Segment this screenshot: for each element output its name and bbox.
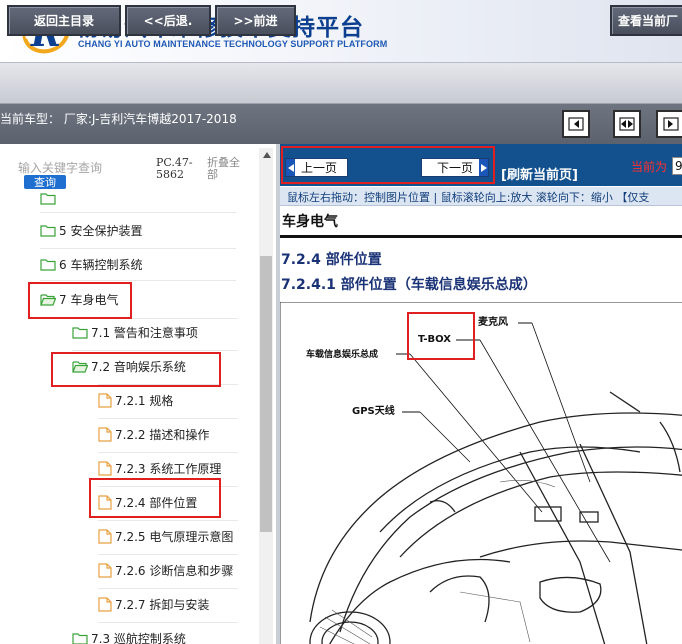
hint-text: 鼠标左右拖动：控制图片位置 | 鼠标滚轮向上:放大 滚轮向下：缩小 【仅支: [287, 191, 650, 204]
tree-separator: [98, 452, 238, 453]
folder-open-icon: [40, 293, 56, 306]
folder-icon: [72, 326, 88, 339]
tree-item-component-location[interactable]: 7.2.4 部件位置: [98, 492, 197, 512]
callout-microphone: 麦克风: [478, 315, 508, 328]
tree-item-diagnostics[interactable]: 7.2.6 诊断信息和步骤: [98, 560, 233, 580]
component-location-figure: 麦克风 T-BOX 车载信息娱乐总成 GPS天线: [280, 302, 682, 644]
next-page-label: 下一页: [436, 161, 473, 175]
view-current-button[interactable]: 查看当前厂: [610, 5, 682, 36]
tree-item-hidden-folder[interactable]: [40, 193, 59, 205]
tree-separator: [98, 520, 238, 521]
tree-separator: [98, 588, 238, 589]
forward-button[interactable]: >>前进: [215, 5, 296, 36]
tree-item-vehicle-control[interactable]: 6 车辆控制系统: [40, 254, 142, 274]
tree-item-label: 7 车身电气: [59, 292, 119, 307]
page-icon: [98, 426, 112, 442]
tree-separator: [98, 622, 238, 623]
current-page-label: 当前为: [631, 160, 668, 174]
back-button[interactable]: <<后退.: [125, 5, 211, 36]
tree-item-label: 7.3 巡航控制系统: [91, 631, 186, 644]
callout-infotainment: 车载信息娱乐总成: [306, 348, 378, 360]
tree-item-schematic[interactable]: 7.2.5 电气原理示意图: [98, 526, 233, 546]
folder-icon: [72, 632, 88, 644]
home-button[interactable]: 返回主目录: [7, 5, 121, 36]
page-icon: [98, 392, 112, 408]
tree-item-label: 7.2.3 系统工作原理: [115, 461, 222, 476]
tree-item-operating-principle[interactable]: 7.2.3 系统工作原理: [98, 458, 221, 478]
tree-item-label: 7.2.6 诊断信息和步骤: [115, 563, 234, 578]
tree-separator: [98, 554, 238, 555]
fold-all-button[interactable]: 折叠全部: [207, 157, 249, 181]
refresh-page-button[interactable]: [刷新当前页]: [501, 164, 578, 183]
tree-separator: [40, 280, 236, 281]
tree-separator: [72, 318, 238, 319]
tree-separator: [98, 384, 238, 385]
collapse-right-icon[interactable]: [656, 110, 682, 138]
tree-item-label: 5 安全保护装置: [59, 223, 143, 238]
main-toolbar: [0, 62, 682, 104]
tree-item-label: 7.2.2 描述和操作: [115, 427, 210, 442]
tree-separator: [98, 418, 238, 419]
current-page-input[interactable]: [672, 157, 682, 175]
tree-item-description[interactable]: 7.2.2 描述和操作: [98, 424, 209, 444]
tree-item-label: 7.2.4 部件位置: [115, 495, 198, 510]
query-button[interactable]: 查询: [24, 175, 66, 189]
tree-separator: [40, 248, 236, 249]
heading-component-location: 7.2.4 部件位置: [281, 252, 382, 268]
page-icon: [98, 596, 112, 612]
heading-infotainment-location: 7.2.4.1 部件位置（车载信息娱乐总成）: [281, 277, 537, 293]
tree-separator: [40, 212, 236, 213]
tree-item-removal[interactable]: 7.2.7 拆卸与安装: [98, 594, 209, 614]
tree-item-audio-entertainment[interactable]: 7.2 音响娱乐系统: [72, 356, 186, 376]
section-title: 车身电气: [282, 214, 338, 230]
pc-code-label: PC.47-5862: [156, 156, 193, 181]
title-rule: [280, 235, 682, 238]
tree-item-label: 7.2.7 拆卸与安装: [115, 597, 210, 612]
split-view-icon[interactable]: [613, 110, 641, 138]
page-icon: [98, 494, 112, 510]
arrow-left-icon: [286, 159, 295, 176]
callout-gps: GPS天线: [352, 404, 395, 417]
page-icon: [98, 460, 112, 476]
tree-item-warnings[interactable]: 7.1 警告和注意事项: [72, 322, 198, 342]
tree-item-body-electrical[interactable]: 7 车身电气: [40, 289, 118, 309]
folder-icon: [40, 224, 56, 237]
scroll-up-arrow-icon[interactable]: [263, 152, 271, 158]
page-icon: [98, 562, 112, 578]
tree-item-specifications[interactable]: 7.2.1 规格: [98, 390, 173, 410]
current-vehicle-label: 当前车型： 厂家:J-吉利汽车博越2017-2018: [0, 112, 237, 126]
callout-tbox: T-BOX: [418, 334, 451, 345]
folder-icon: [40, 193, 56, 205]
document-viewer[interactable]: 车身电气 7.2.4 部件位置 7.2.4.1 部件位置（车载信息娱乐总成） 麦…: [280, 206, 682, 644]
tree-item-label: 7.1 警告和注意事项: [91, 325, 198, 340]
prev-page-button[interactable]: 上一页: [285, 158, 348, 177]
tree-item-cruise-control[interactable]: 7.3 巡航控制系统: [72, 628, 186, 644]
tree-separator: [98, 486, 238, 487]
page-icon: [98, 528, 112, 544]
tree-item-label: 7.2 音响娱乐系统: [91, 359, 186, 374]
tree-separator: [72, 350, 238, 351]
arrow-right-icon: [479, 159, 488, 176]
tree-item-label: 7.2.1 规格: [115, 393, 174, 408]
prev-page-label: 上一页: [301, 161, 338, 175]
folder-icon: [40, 258, 56, 271]
scroll-thumb[interactable]: [260, 256, 272, 532]
tree-item-label: 7.2.5 电气原理示意图: [115, 529, 234, 544]
hint-bar: 鼠标左右拖动：控制图片位置 | 鼠标滚轮向上:放大 滚轮向下：缩小 【仅支: [280, 187, 682, 206]
folder-open-icon: [72, 360, 88, 373]
tree-item-label: 6 车辆控制系统: [59, 257, 143, 272]
next-page-button[interactable]: 下一页: [421, 158, 489, 177]
brand-subtitle: CHANG YI AUTO MAINTENANCE TECHNOLOGY SUP…: [78, 39, 388, 49]
collapse-left-icon[interactable]: [562, 110, 590, 138]
tree-item-safety[interactable]: 5 安全保护装置: [40, 220, 142, 240]
